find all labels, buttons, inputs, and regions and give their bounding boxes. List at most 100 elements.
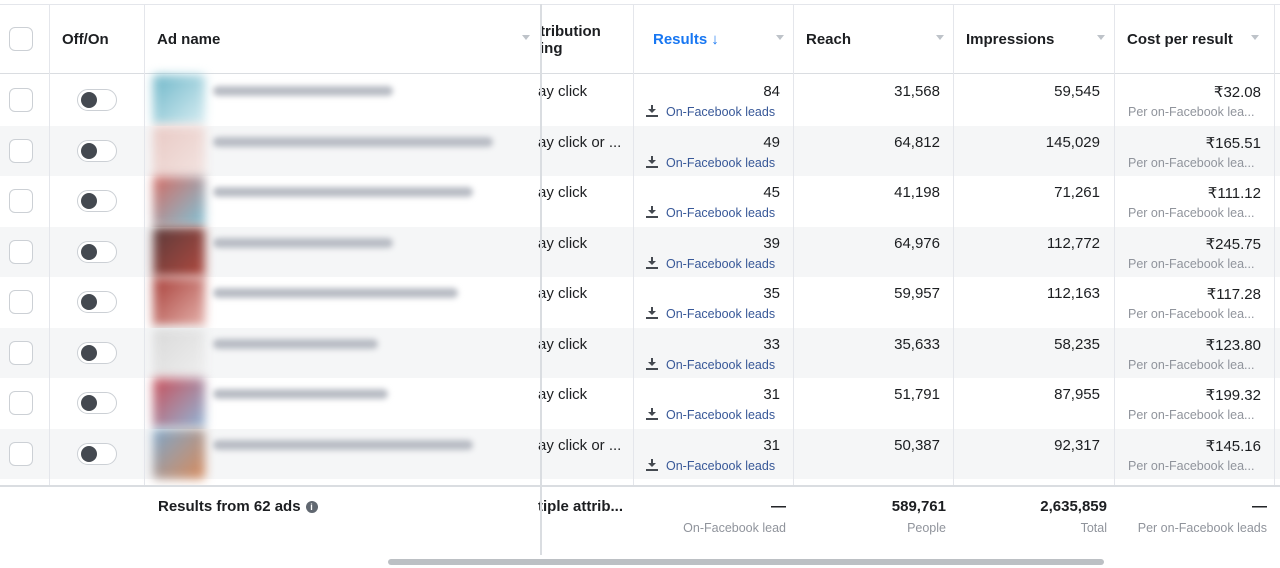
horizontal-scrollbar[interactable] <box>388 559 1104 565</box>
column-divider <box>953 4 954 555</box>
column-header-reach-label: Reach <box>806 31 852 48</box>
results-type-link[interactable]: On-Facebook leads <box>646 357 775 372</box>
attribution-setting: ay click <box>538 184 588 201</box>
info-icon[interactable]: i <box>305 501 318 513</box>
cost-type-label: Per on-Facebook lea... <box>1128 206 1255 220</box>
toggle-knob <box>81 243 97 260</box>
row-checkbox[interactable] <box>9 441 33 466</box>
ad-name-redacted[interactable] <box>213 86 393 96</box>
ad-toggle-switch[interactable] <box>77 139 117 162</box>
table-row[interactable]: ay click 33 On-Facebook leads 35,633 58,235 ₹… <box>0 327 1280 378</box>
table-row[interactable]: ay click 39 On-Facebook leads 64,976 112,772… <box>0 226 1280 277</box>
attribution-setting: ay click <box>538 335 588 353</box>
column-header-attribution[interactable]: tribution ing <box>530 5 634 74</box>
cost-type-label: Per on-Facebook lea... <box>1128 105 1255 119</box>
impressions-value: 145,029 <box>1045 133 1100 151</box>
results-type-link[interactable]: On-Facebook leads <box>646 458 776 473</box>
download-icon <box>646 105 658 117</box>
ad-thumbnail[interactable] <box>153 176 205 226</box>
ad-toggle-switch[interactable] <box>77 89 117 111</box>
ad-name-redacted[interactable] <box>213 288 458 298</box>
chevron-down-icon[interactable] <box>522 35 530 40</box>
column-header-impressions-label: Impressions <box>966 31 1055 48</box>
column-header-results[interactable]: Results ↓ <box>634 5 794 74</box>
frozen-column-divider <box>540 4 542 555</box>
row-checkbox[interactable] <box>9 290 33 314</box>
sort-down-arrow-icon: ↓ <box>711 31 719 48</box>
ad-thumbnail[interactable] <box>153 327 205 378</box>
cost-type-label: Per on-Facebook lea... <box>1128 357 1255 372</box>
row-checkbox[interactable] <box>9 138 33 163</box>
attribution-setting: ay click <box>538 285 588 302</box>
impressions-value: 92,317 <box>1054 436 1100 454</box>
ad-toggle-switch[interactable] <box>77 240 117 263</box>
download-icon <box>646 155 658 168</box>
chevron-down-icon[interactable] <box>1251 35 1259 40</box>
results-type-link[interactable]: On-Facebook leads <box>646 206 775 220</box>
ad-toggle-switch[interactable] <box>77 291 117 313</box>
table-row[interactable]: ay click 35 On-Facebook leads 59,957 112,163… <box>0 277 1280 327</box>
summary-impressions-sub: Total <box>1080 521 1107 535</box>
column-header-offon[interactable]: Off/On <box>50 5 145 74</box>
results-type-link[interactable]: On-Facebook leads <box>646 256 775 271</box>
column-divider <box>1114 4 1115 555</box>
chevron-down-icon[interactable] <box>776 35 784 40</box>
row-checkbox[interactable] <box>9 189 33 213</box>
chevron-down-icon[interactable] <box>936 35 944 40</box>
attribution-setting: ay click or ... <box>538 133 622 151</box>
row-checkbox[interactable] <box>9 239 33 264</box>
column-divider <box>144 4 145 555</box>
table-row[interactable]: ay click or ... 31 On-Facebook leads 50,387… <box>0 428 1280 479</box>
ad-name-redacted[interactable] <box>213 439 473 450</box>
column-header-adname[interactable]: Ad name <box>145 5 540 74</box>
row-checkbox[interactable] <box>9 340 33 365</box>
results-value: 31 <box>763 386 780 403</box>
ad-thumbnail[interactable] <box>153 378 205 428</box>
ad-name-redacted[interactable] <box>213 338 378 349</box>
reach-value: 51,791 <box>894 386 940 403</box>
ad-thumbnail[interactable] <box>153 428 205 479</box>
ad-toggle-switch[interactable] <box>77 442 117 465</box>
ad-name-redacted[interactable] <box>213 389 388 399</box>
toggle-knob <box>81 395 97 411</box>
column-header-offon-label: Off/On <box>62 31 109 48</box>
column-divider <box>49 4 50 485</box>
ad-name-redacted[interactable] <box>213 187 473 197</box>
results-type-link[interactable]: On-Facebook leads <box>646 105 775 119</box>
impressions-value: 71,261 <box>1054 184 1100 201</box>
table-row[interactable]: ay click 84 On-Facebook leads 31,568 59,545 ₹… <box>0 75 1280 125</box>
column-header-cost[interactable]: Cost per result <box>1115 5 1275 74</box>
toggle-knob <box>81 344 97 361</box>
row-checkbox[interactable] <box>9 391 33 415</box>
results-type-link[interactable]: On-Facebook leads <box>646 307 775 321</box>
results-type-label: On-Facebook leads <box>666 458 776 473</box>
column-header-reach[interactable]: Reach <box>794 5 954 74</box>
ad-toggle-switch[interactable] <box>77 341 117 364</box>
column-divider <box>1274 4 1275 555</box>
select-all-checkbox[interactable] <box>9 27 33 51</box>
impressions-value: 112,772 <box>1046 234 1100 252</box>
ad-thumbnail[interactable] <box>153 125 205 176</box>
table-row[interactable]: ay click 31 On-Facebook leads 51,791 87,955 ₹… <box>0 378 1280 428</box>
ad-thumbnail[interactable] <box>153 277 205 327</box>
results-type-label: On-Facebook leads <box>666 307 776 321</box>
reach-value: 35,633 <box>894 335 940 353</box>
attribution-setting: ay click <box>538 234 588 252</box>
ad-toggle-switch[interactable] <box>77 190 117 212</box>
table-row[interactable]: ay click 45 On-Facebook leads 41,198 71,261 ₹… <box>0 176 1280 226</box>
ad-toggle-switch[interactable] <box>77 392 117 414</box>
ad-name-redacted[interactable] <box>213 136 493 147</box>
table-row[interactable]: ay click or ... 49 On-Facebook leads 64,812… <box>0 125 1280 176</box>
results-type-link[interactable]: On-Facebook leads <box>646 408 775 422</box>
row-checkbox[interactable] <box>9 88 33 112</box>
ad-thumbnail[interactable] <box>153 226 205 277</box>
results-type-link[interactable]: On-Facebook leads <box>646 155 775 170</box>
cost-value: ₹32.08 <box>1213 84 1261 101</box>
column-header-impressions[interactable]: Impressions <box>954 5 1115 74</box>
ad-thumbnail[interactable] <box>153 75 205 125</box>
cost-value: ₹123.80 <box>1205 336 1261 354</box>
cost-type-label: Per on-Facebook lea... <box>1128 458 1255 473</box>
chevron-down-icon[interactable] <box>1097 35 1105 40</box>
ad-name-redacted[interactable] <box>213 237 393 248</box>
reach-value: 31,568 <box>894 83 940 100</box>
